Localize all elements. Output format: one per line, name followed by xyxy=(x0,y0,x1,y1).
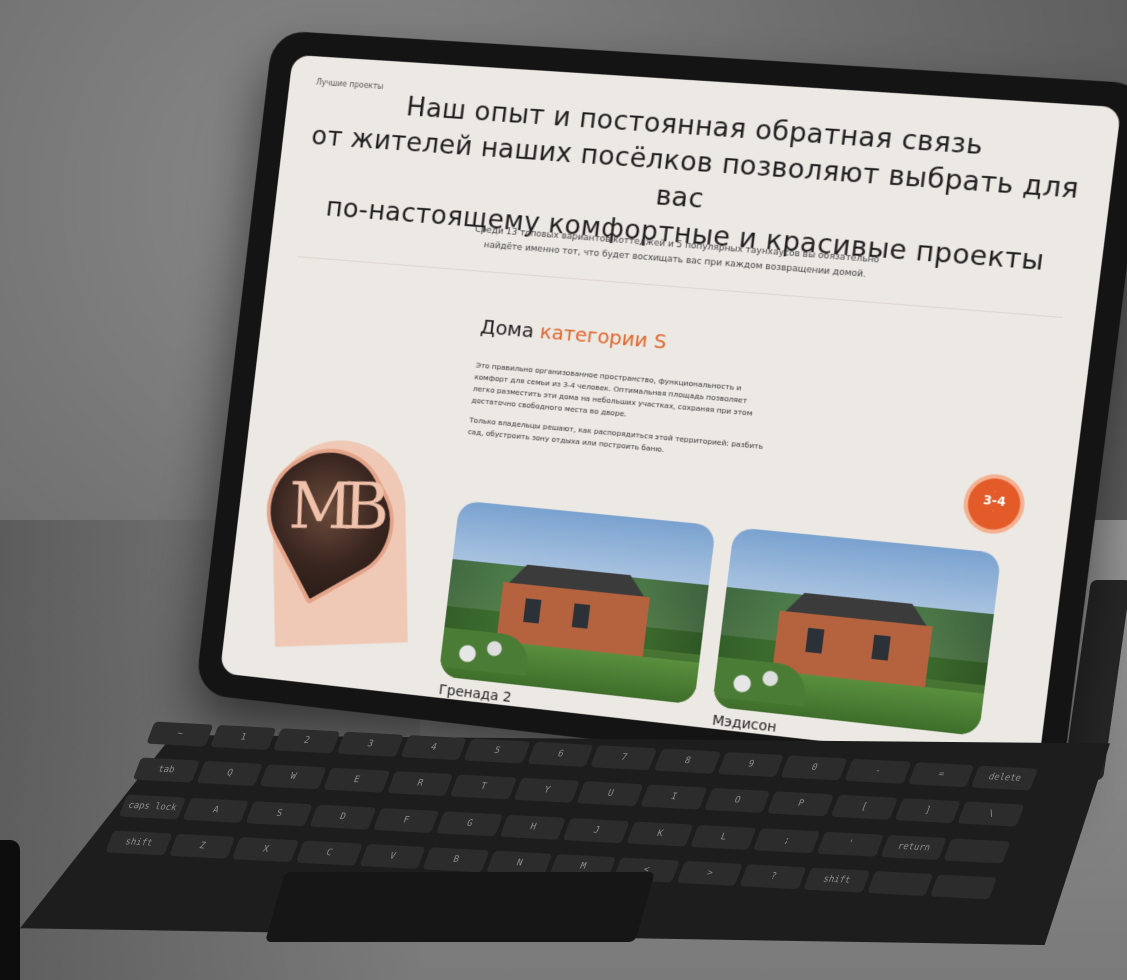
keyboard-key[interactable]: T xyxy=(449,774,517,800)
keyboard-key[interactable]: G xyxy=(436,810,504,836)
house-card-image[interactable] xyxy=(712,527,1002,737)
keyboard-key[interactable]: Y xyxy=(513,778,581,804)
keyboard-key[interactable]: 8 xyxy=(653,748,721,774)
photo-scene: Лучшие проекты Наш опыт и постоянная обр… xyxy=(0,0,1127,980)
keyboard-key[interactable] xyxy=(943,837,1011,864)
keyboard-key[interactable] xyxy=(930,874,998,900)
section-title: Дома категории S xyxy=(479,314,668,353)
keyboard-key[interactable]: 0 xyxy=(780,755,848,781)
keyboard-key[interactable]: S xyxy=(245,800,313,826)
keyboard-key[interactable]: = xyxy=(907,762,975,788)
keyboard-key[interactable]: tab xyxy=(132,757,200,783)
keyboard-key[interactable]: C xyxy=(295,840,363,866)
section-description: Это правильно организованное пространств… xyxy=(466,360,772,474)
keyboard-key[interactable]: F xyxy=(372,807,440,833)
keyboard-key[interactable]: ] xyxy=(894,798,961,824)
keyboard-key[interactable]: A xyxy=(182,797,250,823)
tablet-screen: Лучшие проекты Наш опыт и постоянная обр… xyxy=(219,54,1122,766)
keyboard-key[interactable]: B xyxy=(422,847,490,873)
keyboard-key[interactable]: > xyxy=(676,860,744,886)
keyboard-key[interactable]: 9 xyxy=(717,751,785,778)
keyboard-key[interactable]: V xyxy=(359,843,427,869)
keyboard-key[interactable]: P xyxy=(767,791,835,817)
phone-edge xyxy=(0,840,20,980)
keyboard-key[interactable]: J xyxy=(563,817,631,843)
keyboard-key[interactable]: Q xyxy=(196,761,263,787)
section-title-prefix: Дома xyxy=(479,314,536,343)
keyboard-key[interactable]: shift xyxy=(803,867,871,893)
keyboard-key[interactable]: 4 xyxy=(400,735,468,761)
keyboard-key[interactable]: I xyxy=(640,784,708,810)
keyboard-key[interactable]: \ xyxy=(957,801,1025,827)
keyboard-key[interactable]: K xyxy=(626,821,694,847)
section-title-accent: категории S xyxy=(538,319,668,354)
keyboard-key[interactable]: caps lock xyxy=(119,793,186,820)
keyboard-key[interactable]: D xyxy=(309,804,377,830)
keyboard-key[interactable]: 1 xyxy=(209,724,277,751)
keyboard-key[interactable]: E xyxy=(323,767,390,793)
keyboard-key[interactable]: shift xyxy=(105,830,173,856)
house-window xyxy=(571,603,591,629)
family-size-badge: · 3-4 · xyxy=(964,476,1024,532)
keyboard-key[interactable]: U xyxy=(576,781,644,807)
house-window xyxy=(871,634,891,661)
keyboard-key[interactable]: H xyxy=(499,814,567,840)
house-card-image[interactable] xyxy=(438,500,717,705)
logo-monogram: МВ xyxy=(287,468,381,545)
house-card-title[interactable]: Мэдисон xyxy=(711,713,777,736)
keyboard-key[interactable]: X xyxy=(232,836,300,863)
keyboard-key[interactable]: return xyxy=(880,834,948,860)
keyboard-key[interactable]: - xyxy=(844,758,912,784)
house-window xyxy=(523,598,542,624)
keyboard-key[interactable] xyxy=(866,870,934,896)
keyboard-key[interactable]: ? xyxy=(739,863,807,890)
keyboard-key[interactable]: [ xyxy=(830,794,898,821)
keyboard-key[interactable]: ' xyxy=(817,831,884,857)
keyboard-key[interactable]: 3 xyxy=(336,731,404,757)
keyboard-key[interactable]: 2 xyxy=(273,728,341,754)
tablet-device: Лучшие проекты Наш опыт и постоянная обр… xyxy=(195,30,1127,793)
keyboard-key[interactable]: ~ xyxy=(146,721,214,747)
keyboard-key[interactable]: O xyxy=(703,788,771,814)
keyboard-key[interactable]: 6 xyxy=(527,741,594,767)
keyboard-key[interactable]: Z xyxy=(168,833,236,859)
keyboard-key[interactable]: L xyxy=(690,824,757,850)
keyboard-key[interactable]: 7 xyxy=(590,745,658,771)
keyboard-key[interactable]: R xyxy=(386,771,454,797)
house-window xyxy=(805,627,825,654)
keyboard-key[interactable]: W xyxy=(259,764,327,790)
house-card-title[interactable]: Гренада 2 xyxy=(438,682,512,706)
trackpad[interactable] xyxy=(264,872,656,942)
keyboard-key[interactable]: delete xyxy=(971,765,1039,791)
keyboard-key[interactable]: ; xyxy=(753,827,821,853)
keyboard-key[interactable]: 5 xyxy=(463,738,531,764)
